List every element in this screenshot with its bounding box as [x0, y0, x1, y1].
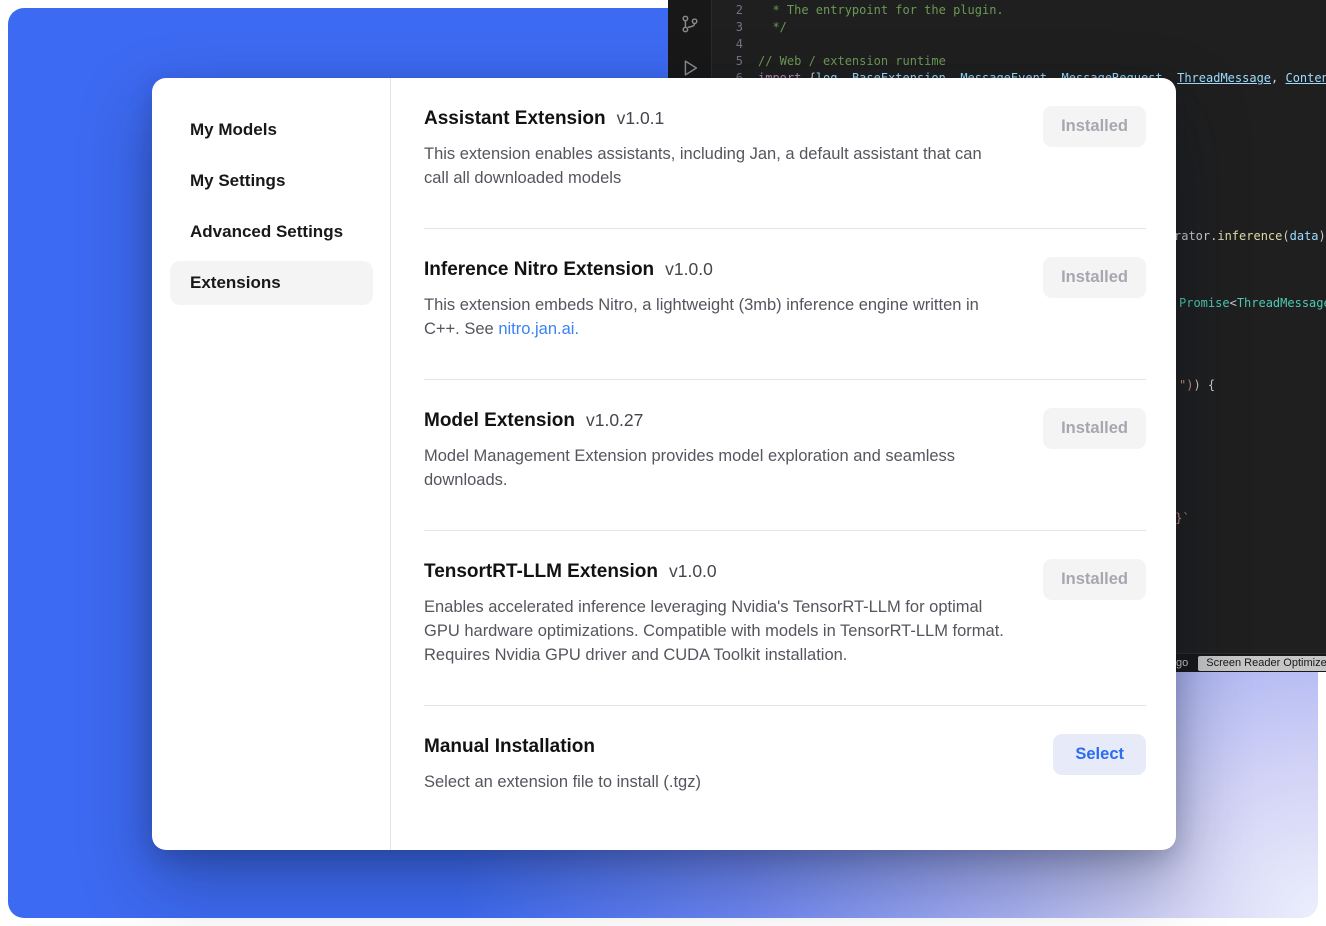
- code-text: * The entrypoint for the plugin.: [758, 3, 1004, 17]
- code-token: ,: [1271, 71, 1285, 85]
- extension-version: v1.0.0: [665, 259, 713, 280]
- code-token: ContentType: [1285, 71, 1326, 85]
- extensions-list: Assistant Extension v1.0.1 This extension …: [391, 78, 1176, 850]
- extension-row: Model Extension v1.0.27 Model Management E…: [424, 380, 1146, 531]
- installed-button[interactable]: Installed: [1043, 106, 1146, 147]
- extension-title: Inference Nitro Extension: [424, 257, 654, 283]
- extension-link[interactable]: nitro.jan.ai.: [498, 320, 579, 338]
- installed-button[interactable]: Installed: [1043, 559, 1146, 600]
- status-left-text: go: [1176, 657, 1188, 669]
- code-token: ) {: [1193, 378, 1215, 392]
- extension-version: v1.0.27: [586, 410, 643, 431]
- extension-header: Model Extension v1.0.27: [424, 408, 1009, 434]
- extension-description: This extension enables assistants, inclu…: [424, 142, 1009, 190]
- extension-row: TensortRT-LLM Extension v1.0.0 Enables acc…: [424, 531, 1146, 706]
- installed-button[interactable]: Installed: [1043, 257, 1146, 298]
- sidebar-item-advanced-settings[interactable]: Advanced Settings: [170, 210, 373, 254]
- sidebar-item-extensions[interactable]: Extensions: [170, 261, 373, 305]
- extension-text-block: Assistant Extension v1.0.1 This extension …: [424, 106, 1009, 190]
- description-text: Enables accelerated inference leveraging…: [424, 598, 1004, 664]
- installed-button[interactable]: Installed: [1043, 408, 1146, 449]
- code-token: ThreadMessage: [1237, 296, 1326, 310]
- code-token: // Web / extension runtime: [758, 54, 946, 68]
- description-text: Select an extension file to install (.tg…: [424, 773, 701, 791]
- extension-header: Assistant Extension v1.0.1: [424, 106, 1009, 132]
- extension-version: v1.0.1: [617, 108, 665, 129]
- settings-modal: My Models My Settings Advanced Settings Ext…: [152, 78, 1176, 850]
- code-token: Promise: [1179, 296, 1230, 310]
- line-number: 2: [713, 2, 743, 19]
- description-text: Model Management Extension provides mode…: [424, 447, 955, 489]
- line-number: 3: [713, 19, 743, 36]
- code-token: * The entrypoint for the plugin.: [758, 3, 1004, 17]
- code-line: 3 */: [713, 19, 1326, 36]
- code-token: inference: [1217, 229, 1282, 243]
- extension-row: Assistant Extension v1.0.1 This extension …: [424, 78, 1146, 229]
- code-line: 4: [713, 36, 1326, 53]
- extension-description: Enables accelerated inference leveraging…: [424, 595, 1009, 667]
- code-text: */: [758, 20, 787, 34]
- line-number: 5: [713, 53, 743, 70]
- extension-text-block: TensortRT-LLM Extension v1.0.0 Enables acc…: [424, 559, 1009, 667]
- code-text: // Web / extension runtime: [758, 54, 946, 68]
- code-line: 2 * The entrypoint for the plugin.: [713, 2, 1326, 19]
- code-token: */: [758, 20, 787, 34]
- code-token: ThreadMessage: [1177, 71, 1271, 85]
- extension-header: TensortRT-LLM Extension v1.0.0: [424, 559, 1009, 585]
- code-token: data: [1290, 229, 1319, 243]
- sidebar-item-my-models[interactable]: My Models: [170, 108, 373, 152]
- source-control-icon[interactable]: [678, 12, 702, 36]
- code-token: (: [1282, 229, 1289, 243]
- extension-row: Inference Nitro Extension v1.0.0 This exte…: [424, 229, 1146, 380]
- extension-header: Manual Installation: [424, 734, 701, 760]
- screen-reader-status[interactable]: Screen Reader Optimized: [1198, 656, 1326, 671]
- code-area: 2 * The entrypoint for the plugin.3 */45…: [713, 2, 1326, 87]
- code-token: "): [1179, 378, 1193, 392]
- code-token: rator.: [1174, 229, 1217, 243]
- line-number: 4: [713, 36, 743, 53]
- extension-text-block: Inference Nitro Extension v1.0.0 This exte…: [424, 257, 1009, 341]
- extension-text-block: Manual Installation Select an extension f…: [424, 734, 701, 794]
- extension-description: Select an extension file to install (.tg…: [424, 770, 701, 794]
- extension-title: TensortRT-LLM Extension: [424, 559, 658, 585]
- code-fragment: ")) {: [1179, 378, 1215, 392]
- extension-description: Model Management Extension provides mode…: [424, 444, 1009, 492]
- extension-row: Manual Installation Select an extension f…: [424, 706, 1146, 832]
- extension-title: Assistant Extension: [424, 106, 606, 132]
- extension-version: v1.0.0: [669, 561, 717, 582]
- extension-title: Manual Installation: [424, 734, 595, 760]
- extension-text-block: Model Extension v1.0.27 Model Management E…: [424, 408, 1009, 492]
- extension-title: Model Extension: [424, 408, 575, 434]
- select-button[interactable]: Select: [1053, 734, 1146, 775]
- settings-sidebar: My Models My Settings Advanced Settings Ext…: [152, 78, 391, 850]
- code-token: ));: [1319, 229, 1326, 243]
- extension-header: Inference Nitro Extension v1.0.0: [424, 257, 1009, 283]
- run-debug-icon[interactable]: [678, 56, 702, 80]
- code-token: <: [1230, 296, 1237, 310]
- extension-description: This extension embeds Nitro, a lightweig…: [424, 293, 1009, 341]
- code-fragment: Promise<ThreadMessage>: [1179, 296, 1326, 310]
- sidebar-item-my-settings[interactable]: My Settings: [170, 159, 373, 203]
- screenshot-canvas: 2 * The entrypoint for the plugin.3 */45…: [0, 0, 1326, 926]
- code-line: 5 // Web / extension runtime: [713, 53, 1326, 70]
- code-fragment: rator.inference(data));: [1174, 229, 1326, 243]
- description-text: This extension enables assistants, inclu…: [424, 145, 982, 187]
